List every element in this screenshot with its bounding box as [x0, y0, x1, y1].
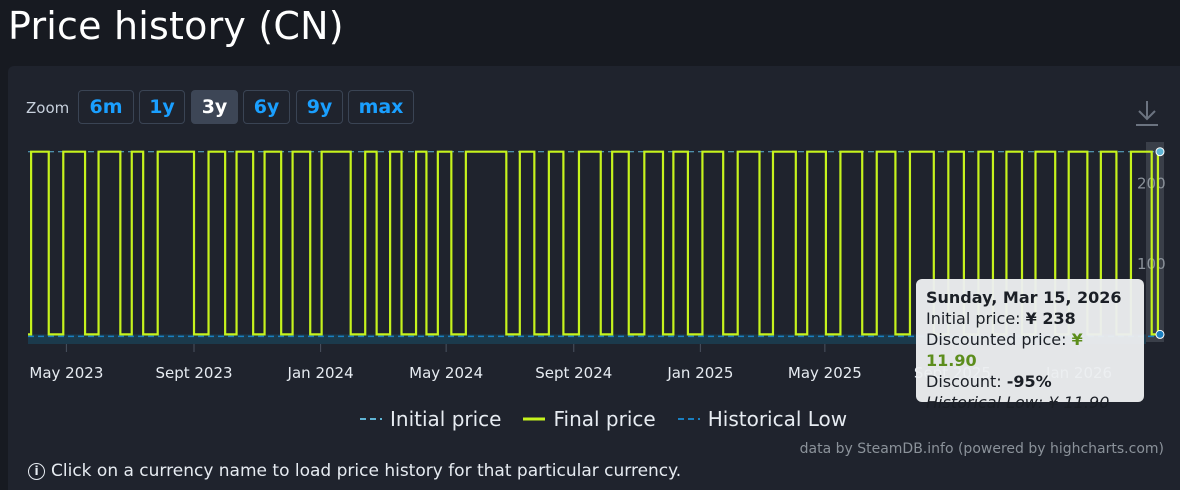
x-tick-label: Sept 2023	[155, 364, 232, 382]
chart-scrollbar[interactable]	[1146, 142, 1164, 342]
legend-final-price-label: Final price	[553, 407, 656, 431]
legend-final-price[interactable]: Final price	[523, 407, 656, 431]
x-tick-label: Jan 2024	[287, 364, 354, 382]
tooltip-discounted: Discounted price: ¥ 11.90	[926, 330, 1083, 370]
x-tick-label: Jan 2025	[666, 364, 733, 382]
x-tick-label: May 2023	[29, 364, 103, 382]
legend-final-price-swatch	[523, 417, 546, 421]
chart-legend: Initial price Final price Historical Low	[360, 407, 847, 431]
x-tick-label: Sept 2024	[535, 364, 612, 382]
currency-note: i Click on a currency name to load price…	[28, 461, 681, 481]
tooltip-historical-low: Historical Low: ¥ 11.90	[926, 393, 1110, 412]
currency-note-text: Click on a currency name to load price h…	[51, 461, 682, 481]
legend-initial-price-label: Initial price	[390, 407, 502, 431]
legend-initial-price-swatch	[360, 418, 382, 420]
tooltip-date: Sunday, Mar 15, 2026	[926, 288, 1122, 307]
legend-historical-low[interactable]: Historical Low	[677, 407, 848, 431]
legend-initial-price[interactable]: Initial price	[360, 407, 501, 431]
tooltip-discount: Discount: -95%	[926, 372, 1052, 391]
initial-price-marker	[1155, 147, 1165, 157]
x-tick-label: May 2024	[409, 364, 483, 382]
chart-tooltip: Sunday, Mar 15, 2026 Initial price: ¥ 23…	[916, 279, 1144, 412]
legend-historical-low-swatch	[677, 418, 700, 420]
chart-credit[interactable]: data by SteamDB.info (powered by highcha…	[800, 441, 1164, 457]
tooltip-initial: Initial price: ¥ 238	[926, 309, 1076, 328]
x-tick-label: May 2025	[788, 364, 862, 382]
historical-low-marker	[1155, 329, 1165, 339]
info-icon: i	[28, 462, 45, 480]
legend-historical-low-label: Historical Low	[707, 407, 848, 431]
